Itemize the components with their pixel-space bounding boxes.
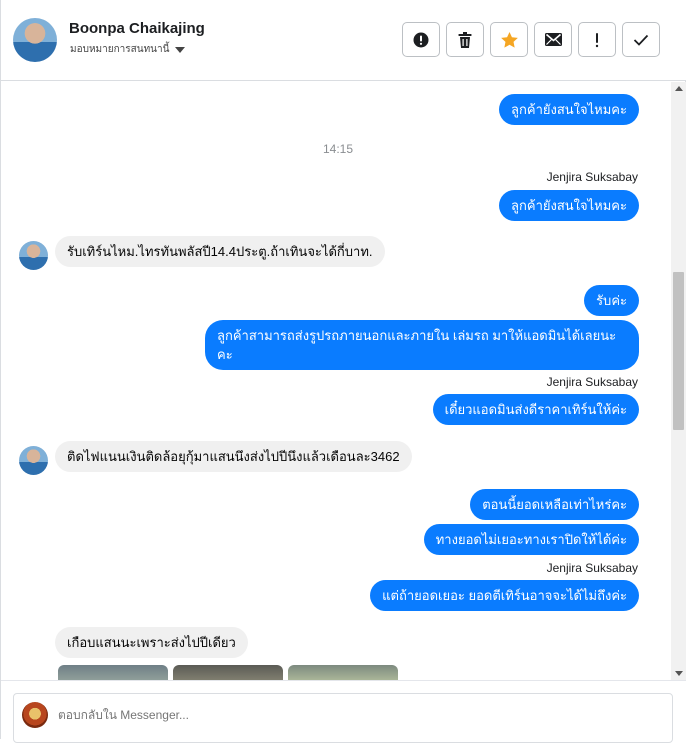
check-icon xyxy=(633,34,649,46)
star-button[interactable] xyxy=(490,22,528,57)
delete-button[interactable] xyxy=(446,22,484,57)
alert-circle-icon xyxy=(413,32,429,47)
assign-conversation-label: มอบหมายการสนทนานี้ xyxy=(70,44,170,55)
mark-unread-button[interactable] xyxy=(534,22,572,57)
sender-name: Jenjira Suksabay xyxy=(546,375,638,389)
message-line: คะ xyxy=(217,347,233,362)
envelope-icon xyxy=(544,33,562,46)
message-line: ลูกค้าสามารถส่งรูปรถภายนอกและภายใน เล่มร… xyxy=(217,328,617,343)
message-outgoing[interactable]: ตอนนี้ยอดเหลือเท่าไหร่คะ xyxy=(470,489,639,520)
trash-icon xyxy=(458,31,472,48)
message-outgoing[interactable]: เดี๋ยวแอดมินส่งดีราคาเทิร์นให้ค่ะ xyxy=(432,394,639,425)
follow-up-button[interactable] xyxy=(578,22,616,57)
conversation-panel: Boonpa Chaikajing มอบหมายการสนทนานี้ ลูก… xyxy=(0,0,686,743)
conversation-header: Boonpa Chaikajing มอบหมายการสนทนานี้ xyxy=(1,0,686,81)
photo-thumbnail[interactable] xyxy=(58,665,168,680)
composer xyxy=(1,680,686,743)
timestamp: 14:15 xyxy=(323,142,354,156)
scroll-up-icon[interactable] xyxy=(675,86,683,91)
star-icon xyxy=(500,31,518,48)
mark-spam-button[interactable] xyxy=(402,22,440,57)
message-outgoing[interactable]: ทางยอดไม่เยอะทางเราปิดให้ได้ค่ะ xyxy=(423,524,639,555)
sender-name: Jenjira Suksabay xyxy=(546,561,638,575)
message-outgoing[interactable]: ลูกค้ายังสนใจไหมคะ xyxy=(499,94,639,125)
message-incoming[interactable]: รับเทิร์นไหม.ไทรทันพลัสปี14.4ประตู.ถ้าเท… xyxy=(55,236,385,267)
sender-name: Jenjira Suksabay xyxy=(546,170,638,184)
contact-avatar-small[interactable] xyxy=(19,241,48,270)
contact-avatar-small[interactable] xyxy=(19,446,48,475)
message-outgoing[interactable]: ลูกค้ายังสนใจไหมคะ xyxy=(499,190,639,221)
message-outgoing[interactable]: ลูกค้าสามารถส่งรูปรถภายนอกและภายใน เล่มร… xyxy=(205,320,639,370)
message-incoming[interactable]: ติดไฟแนนเงินติดล้อยุกุ้มาแสนนึงส่งไปปีนึ… xyxy=(55,441,412,472)
message-thread: ลูกค้ายังสนใจไหมคะ 14:15 Jenjira Suksaba… xyxy=(1,82,671,680)
message-outgoing[interactable]: แต่ถ้ายอดเยอะ ยอดตีเทิร์นอาจจะได้ไม่ถึงค… xyxy=(370,580,639,611)
contact-avatar[interactable] xyxy=(13,18,57,62)
page-avatar xyxy=(22,702,48,728)
message-outgoing[interactable]: รับค่ะ xyxy=(584,285,639,316)
scroll-down-icon[interactable] xyxy=(675,671,683,676)
exclamation-icon xyxy=(595,32,599,47)
message-incoming[interactable]: เกือบแสนนะเพราะส่งไปปีเดียว xyxy=(55,627,248,658)
toolbar xyxy=(402,22,660,57)
scrollbar-thumb[interactable] xyxy=(673,272,684,430)
photo-attachments xyxy=(58,665,398,680)
reply-input[interactable] xyxy=(58,708,558,722)
mark-done-button[interactable] xyxy=(622,22,660,57)
caret-down-icon xyxy=(175,47,186,53)
thread-scrollbar[interactable] xyxy=(671,82,686,680)
reply-box xyxy=(13,693,673,743)
photo-thumbnail[interactable] xyxy=(173,665,283,680)
contact-name[interactable]: Boonpa Chaikajing xyxy=(69,20,205,37)
photo-thumbnail[interactable] xyxy=(288,665,398,680)
assign-conversation[interactable]: มอบหมายการสนทนานี้ xyxy=(70,42,186,57)
